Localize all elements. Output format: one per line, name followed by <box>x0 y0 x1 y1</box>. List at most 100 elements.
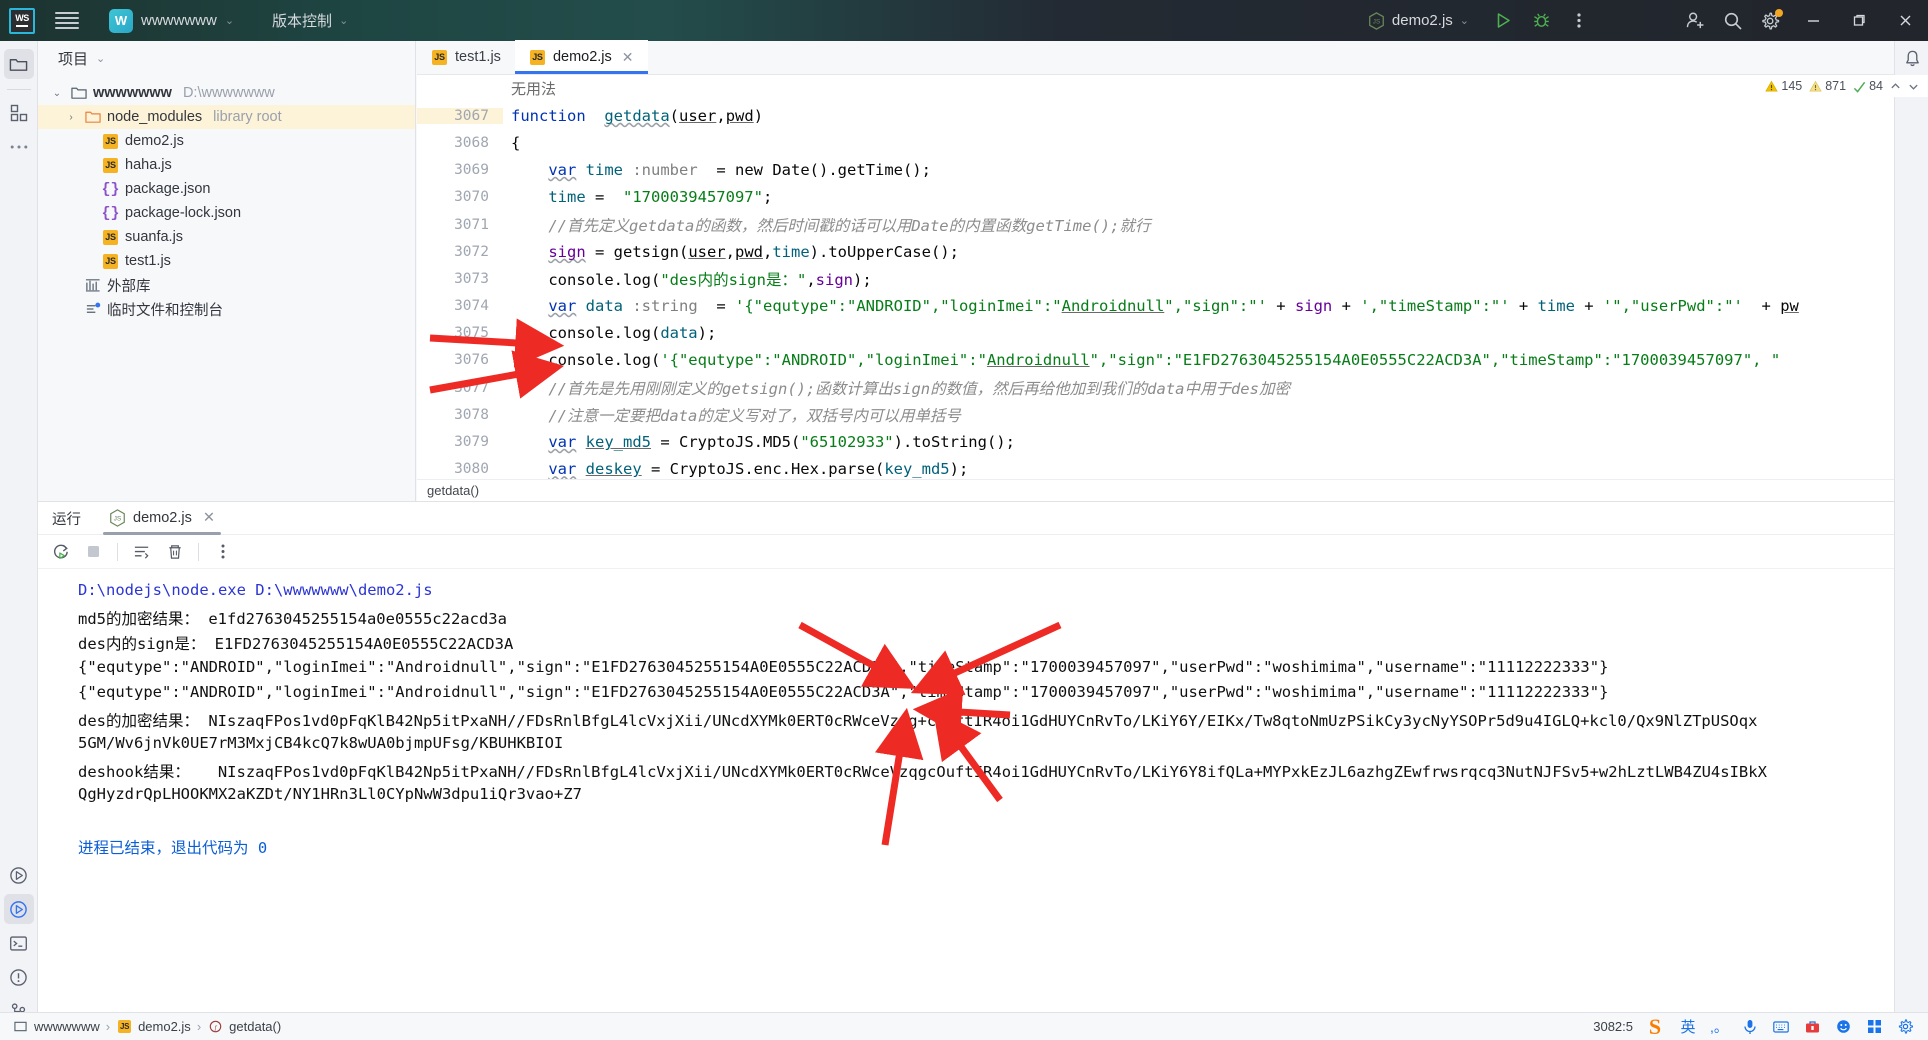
typos-count[interactable]: 84 <box>1853 79 1883 93</box>
tree-item-test1-js[interactable]: JS test1.js <box>38 249 415 273</box>
tree-item-node-modules[interactable]: › node_modules library root <box>38 105 415 129</box>
tree-item-package-lock-json[interactable]: {} package-lock.json <box>38 201 415 225</box>
settings-gear-icon[interactable] <box>1752 0 1790 41</box>
rail-more-button[interactable] <box>4 132 34 162</box>
maximize-button[interactable] <box>1836 0 1882 41</box>
code-text: //首先定义getdata的函数，然后时间戳的话可以用Date的内置函数getT… <box>511 216 1151 235</box>
editor-area: JS test1.js JS demo2.js ✕ 145 871 84 无用法 30 <box>417 40 1928 501</box>
js-file-icon: JS <box>431 49 448 66</box>
breadcrumb-item-demo2-js[interactable]: JS demo2.js <box>116 1018 191 1035</box>
code-text: var key_md5 = CryptoJS.MD5("65102933").t… <box>548 433 1015 452</box>
tree-item---------[interactable]: 临时文件和控制台 <box>38 297 415 321</box>
rail-structure-button[interactable] <box>4 98 34 128</box>
rail-run-button[interactable] <box>4 860 34 890</box>
editor-tab-bar: JS test1.js JS demo2.js ✕ <box>417 40 1928 75</box>
project-selector[interactable]: W wwwwwww ⌄ <box>103 6 240 36</box>
run-button[interactable] <box>1484 0 1522 41</box>
code-line-3074[interactable]: 3074 var data :string = '{"equtype":"AND… <box>417 293 1904 320</box>
code-text: var deskey = CryptoJS.enc.Hex.parse(key_… <box>548 460 969 479</box>
rail-project-button[interactable] <box>3 49 34 79</box>
version-control-menu[interactable]: 版本控制 ⌄ <box>266 7 354 34</box>
inspection-widget[interactable]: 145 871 84 <box>1758 75 1928 97</box>
code-line-3077[interactable]: 3077 //首先是先用刚刚定义的getsign();函数计算出sign的数值，… <box>417 374 1904 401</box>
close-button[interactable] <box>1882 0 1928 41</box>
ime-apps-icon[interactable] <box>1863 1016 1885 1038</box>
search-everywhere-button[interactable] <box>1714 0 1752 41</box>
tree-item-wwwwwww[interactable]: ⌄ wwwwwww D:\wwwwwww <box>38 81 415 105</box>
ime-voice-icon[interactable] <box>1739 1016 1761 1038</box>
code-text: console.log("des内的sign是：",sign); <box>511 270 872 289</box>
soft-wrap-button[interactable] <box>127 537 156 566</box>
breadcrumb-item-getdata--[interactable]: f getdata() <box>207 1018 281 1035</box>
run-tab-demo2-js[interactable]: JS demo2.js ✕ <box>95 502 229 535</box>
stop-button[interactable] <box>79 537 108 566</box>
tree-item-label: node_modules <box>107 109 203 125</box>
warnings-count[interactable]: 145 <box>1765 79 1802 93</box>
main-menu-icon[interactable] <box>55 11 79 30</box>
library-folder-icon <box>84 109 101 126</box>
run-tab-运行[interactable]: 运行 <box>38 502 95 535</box>
debug-button[interactable] <box>1522 0 1560 41</box>
ime-keyboard-icon[interactable] <box>1770 1016 1792 1038</box>
sogou-ime-icon[interactable]: S <box>1642 1014 1668 1040</box>
typo-icon <box>1853 81 1866 93</box>
code-line-3075[interactable]: 3075 console.log(data); <box>417 320 1904 347</box>
rail-problems-button[interactable] <box>4 962 34 992</box>
notifications-button[interactable] <box>1895 41 1928 75</box>
close-tab-icon[interactable]: ✕ <box>203 510 215 526</box>
console-output[interactable]: D:\nodejs\node.exe D:\wwwwwww\demo2.js md… <box>38 569 1928 1012</box>
ime-language-label[interactable]: 英 <box>1677 1016 1699 1038</box>
weak-warnings-count[interactable]: 871 <box>1809 79 1846 93</box>
minimize-button[interactable] <box>1790 0 1836 41</box>
caret-position[interactable]: 3082:5 <box>1593 1019 1633 1034</box>
js-file-icon: JS <box>102 229 119 246</box>
editor-tab-demo2-js[interactable]: JS demo2.js ✕ <box>514 40 648 74</box>
chevron-up-icon[interactable] <box>1890 81 1901 92</box>
tree-item-demo2-js[interactable]: JS demo2.js <box>38 129 415 153</box>
status-bar: wwwwwww › JS demo2.js › f getdata() 3082:5 S 英… <box>0 1012 1928 1040</box>
chevron-down-icon: ⌄ <box>339 15 349 27</box>
weak-warnings-value: 871 <box>1825 79 1847 93</box>
code-line-3078[interactable]: 3078 //注意一定要把data的定义写对了，双括号内可以用单括号 <box>417 401 1904 428</box>
close-tab-icon[interactable]: ✕ <box>622 49 634 66</box>
ime-emoji-icon[interactable] <box>1832 1016 1854 1038</box>
run-config-label: demo2.js <box>1391 12 1453 29</box>
tree-item-suanfa-js[interactable]: JS suanfa.js <box>38 225 415 249</box>
chevron-down-icon[interactable]: ⌄ <box>50 88 64 99</box>
code-line-3067[interactable]: 3067 function getdata(user,pwd) <box>417 102 1904 129</box>
ime-toolbox-icon[interactable] <box>1801 1016 1823 1038</box>
code-lines-container: 无用法 3067 function getdata(user,pwd) 3068 {30… <box>417 75 1904 479</box>
more-options-button[interactable] <box>208 537 237 566</box>
rerun-button[interactable] <box>46 537 75 566</box>
line-number: 3077 <box>454 379 489 396</box>
chevron-down-icon: ⌄ <box>224 15 235 27</box>
code-line-3073[interactable]: 3073 console.log("des内的sign是：",sign); <box>417 265 1904 292</box>
project-panel-header[interactable]: 项目 ⌄ <box>38 41 415 75</box>
code-line-3068[interactable]: 3068 { <box>417 129 1904 156</box>
console-line: QgHyzdrQpLHOOKMX2aKZDt/NY1HRn3Ll0CYpNwW3… <box>78 785 582 803</box>
ime-punctuation-icon[interactable]: ,。 <box>1708 1016 1730 1038</box>
code-editor[interactable]: 145 871 84 无用法 3067 function getdata(user,… <box>417 75 1928 501</box>
warning-icon <box>1765 80 1779 92</box>
tree-item-haha-js[interactable]: JS haha.js <box>38 153 415 177</box>
chevron-right-icon[interactable]: › <box>64 112 78 123</box>
code-line-3076[interactable]: 3076 console.log('{"equtype":"ANDROID","… <box>417 347 1904 374</box>
code-line-3069[interactable]: 3069 var time :number = new Date().getTi… <box>417 157 1904 184</box>
tree-item----[interactable]: 外部库 <box>38 273 415 297</box>
clear-all-button[interactable] <box>160 537 189 566</box>
rail-debug-button[interactable] <box>3 894 34 924</box>
more-actions-button[interactable] <box>1560 0 1598 41</box>
code-line-3079[interactable]: 3079 var key_md5 = CryptoJS.MD5("6510293… <box>417 428 1904 455</box>
chevron-down-icon[interactable] <box>1908 81 1919 92</box>
code-line-3072[interactable]: 3072 sign = getsign(user,pwd,time).toUpp… <box>417 238 1904 265</box>
run-configuration-selector[interactable]: JS demo2.js ⌄ <box>1359 8 1478 34</box>
breadcrumb-item-wwwwwww[interactable]: wwwwwww <box>12 1018 100 1035</box>
ime-settings-icon[interactable] <box>1894 1016 1916 1038</box>
share-project-button[interactable] <box>1676 0 1714 41</box>
editor-tab-test1-js[interactable]: JS test1.js <box>417 40 515 74</box>
code-line-3070[interactable]: 3070 time = "1700039457097"; <box>417 184 1904 211</box>
rail-terminal-button[interactable] <box>4 928 34 958</box>
function-icon: f <box>207 1018 224 1035</box>
code-line-3071[interactable]: 3071 //首先定义getdata的函数，然后时间戳的话可以用Date的内置函… <box>417 211 1904 238</box>
tree-item-package-json[interactable]: {} package.json <box>38 177 415 201</box>
